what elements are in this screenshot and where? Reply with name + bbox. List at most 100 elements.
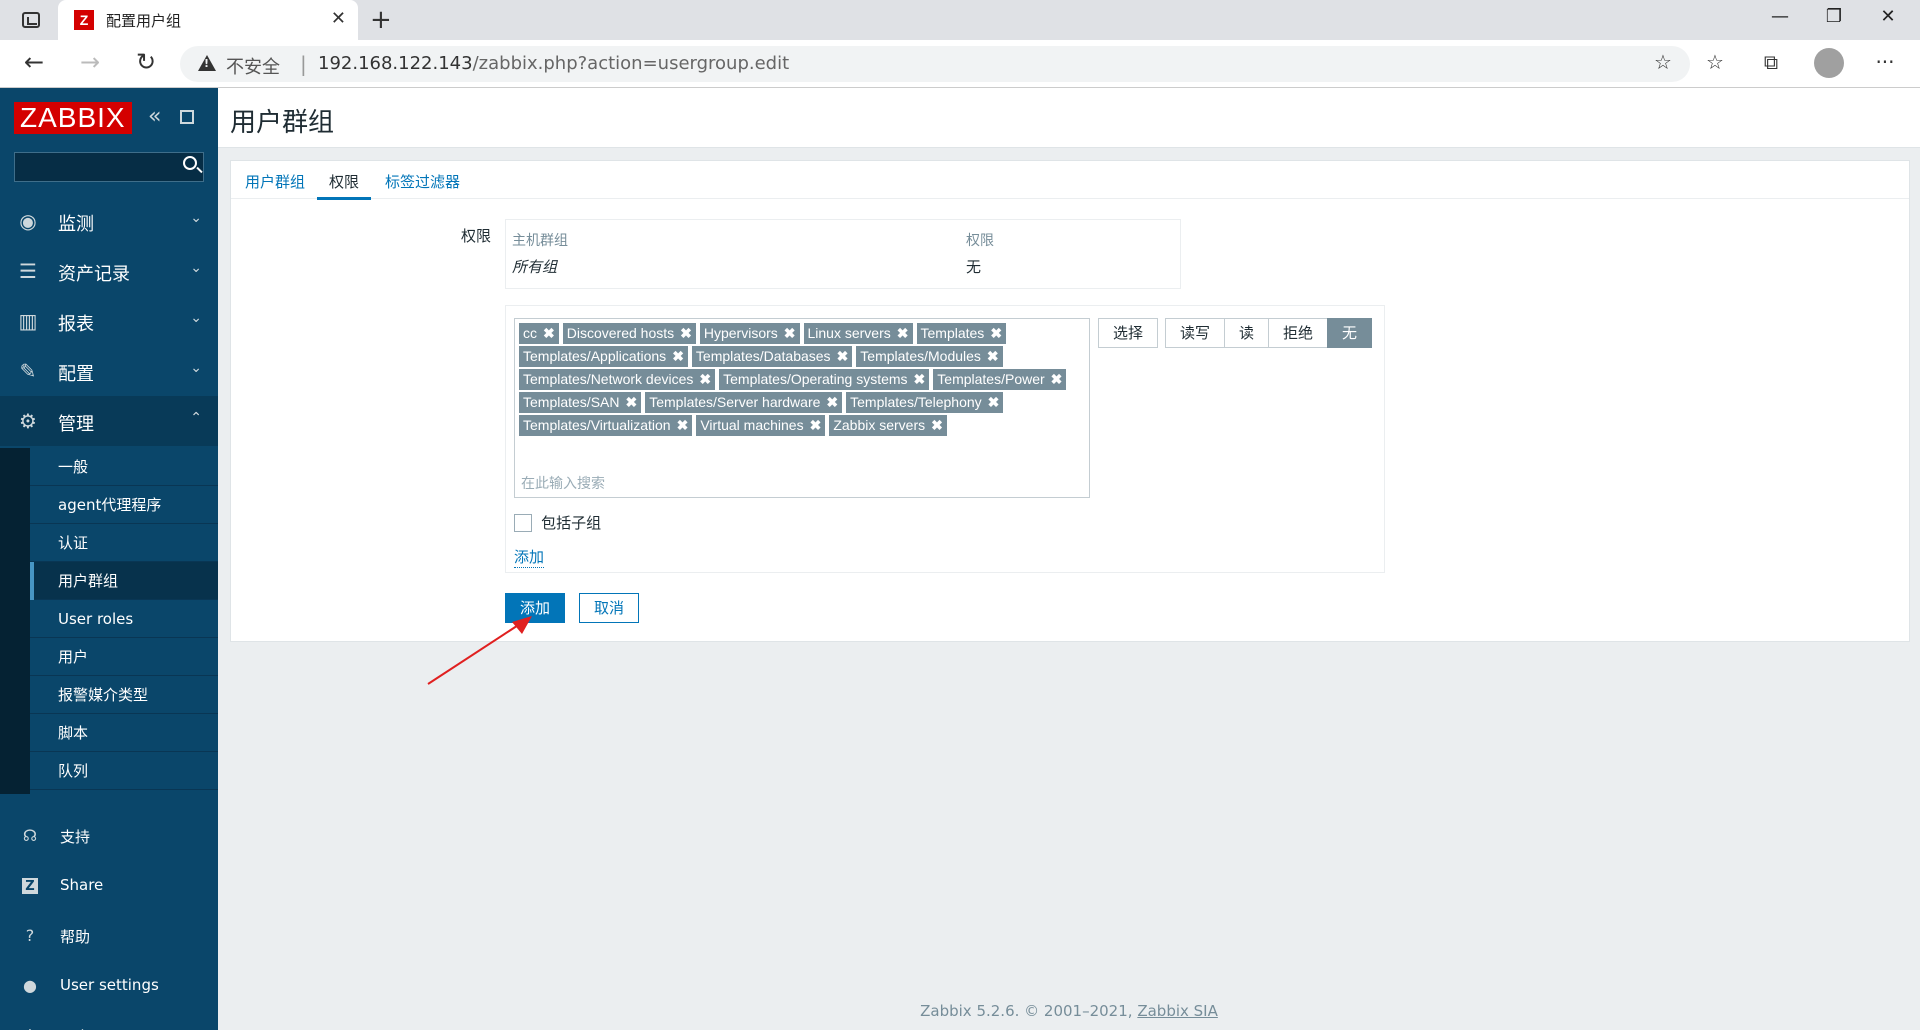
remove-chip-icon[interactable]: ✖	[987, 346, 999, 367]
perm-deny[interactable]: 拒绝	[1268, 318, 1329, 348]
reload-icon[interactable]: ↻	[130, 48, 162, 76]
chip-label: Templates	[920, 325, 985, 341]
remove-chip-icon[interactable]: ✖	[990, 323, 1002, 344]
remove-chip-icon[interactable]: ✖	[897, 323, 909, 344]
perm-read[interactable]: 读	[1224, 318, 1270, 348]
url-field[interactable]: 不安全 | 192.168.122.143/zabbix.php?action=…	[180, 46, 1690, 82]
forward-icon[interactable]: →	[74, 48, 106, 76]
menu-inventory[interactable]: ☰ 资产记录 ⌄	[0, 246, 218, 296]
kiosk-mode-icon[interactable]	[180, 110, 194, 124]
remove-chip-icon[interactable]: ✖	[784, 323, 796, 344]
submenu-queue[interactable]: 队列	[30, 752, 218, 790]
submenu-scripts[interactable]: 脚本	[30, 714, 218, 752]
menu-configuration[interactable]: ✎ 配置 ⌄	[0, 346, 218, 396]
annotation-arrow	[427, 616, 532, 685]
power-icon: ⏻	[20, 1026, 40, 1030]
new-tab-icon[interactable]: +	[370, 5, 392, 35]
browser-tab[interactable]: Z 配置用户组 ✕	[58, 0, 358, 40]
remove-chip-icon[interactable]: ✖	[699, 369, 711, 390]
tab-permissions[interactable]: 权限	[329, 171, 359, 192]
tab-tag-filter[interactable]: 标签过滤器	[385, 171, 460, 192]
include-subgroups-checkbox[interactable]	[514, 513, 532, 532]
close-window-icon[interactable]: ✕	[1868, 6, 1908, 27]
menu-support[interactable]: ☊ 支持	[0, 812, 218, 860]
permission-segmented: 读写 读 拒绝 无	[1165, 318, 1373, 348]
cancel-button[interactable]: 取消	[579, 593, 639, 623]
user-icon: ●	[23, 976, 37, 995]
back-icon[interactable]: ←	[18, 48, 50, 76]
group-chip: Templates ✖	[916, 323, 1007, 344]
select-button[interactable]: 选择	[1098, 318, 1158, 348]
chip-label: Templates/Virtualization	[523, 417, 671, 433]
search-input[interactable]: 在此输入搜索	[521, 473, 605, 493]
col-permission: 权限	[966, 233, 994, 249]
submenu-general[interactable]: 一般	[30, 448, 218, 486]
footer-link[interactable]: Zabbix SIA	[1137, 1002, 1218, 1020]
menu-user-settings[interactable]: ● User settings	[0, 962, 218, 1010]
group-chip: Templates/Telephony ✖	[846, 392, 1004, 413]
remove-chip-icon[interactable]: ✖	[810, 415, 822, 436]
submenu-users[interactable]: 用户	[30, 638, 218, 676]
profile-avatar[interactable]	[1814, 48, 1844, 78]
search-icon[interactable]	[183, 156, 197, 170]
chip-label: Templates/Power	[937, 371, 1045, 387]
menu-share[interactable]: Z Share	[0, 862, 218, 910]
group-chip: Templates/Databases ✖	[691, 346, 853, 367]
remove-chip-icon[interactable]: ✖	[680, 323, 692, 344]
chip-label: Templates/Telephony	[850, 394, 982, 410]
remove-chip-icon[interactable]: ✖	[677, 415, 689, 436]
collections-icon[interactable]: ⧉	[1756, 50, 1786, 74]
tab-title: 配置用户组	[106, 12, 182, 30]
remove-chip-icon[interactable]: ✖	[543, 323, 555, 344]
permission-editor: cc ✖ Discovered hosts ✖ Hypervisors ✖ Linux se…	[505, 305, 1385, 573]
include-subgroups-label[interactable]: 包括子组	[541, 512, 601, 533]
selected-groups: cc ✖ Discovered hosts ✖ Hypervisors ✖ Linux se…	[519, 321, 1085, 436]
host-group-multiselect[interactable]: cc ✖ Discovered hosts ✖ Hypervisors ✖ Linux se…	[514, 318, 1090, 498]
remove-chip-icon[interactable]: ✖	[625, 392, 637, 413]
footer-text: Zabbix 5.2.6. © 2001–2021,	[920, 1002, 1133, 1020]
perm-read-write[interactable]: 读写	[1165, 318, 1226, 348]
perm-none[interactable]: 无	[1327, 318, 1373, 348]
chip-label: Templates/Operating systems	[723, 371, 908, 387]
menu-administration[interactable]: ⚙ 管理 ⌃	[0, 396, 218, 446]
remove-chip-icon[interactable]: ✖	[914, 369, 926, 390]
submenu-authentication[interactable]: 认证	[30, 524, 218, 562]
add-favorite-icon[interactable]: ☆	[1648, 50, 1678, 74]
close-tab-icon[interactable]: ✕	[331, 8, 346, 29]
group-chip: Templates/Operating systems ✖	[719, 369, 930, 390]
chevron-down-icon: ⌄	[190, 210, 202, 226]
tab-user-group[interactable]: 用户群组	[245, 171, 305, 192]
submenu-media-types[interactable]: 报警媒介类型	[30, 676, 218, 714]
remove-chip-icon[interactable]: ✖	[1051, 369, 1063, 390]
submenu-user-roles[interactable]: User roles	[30, 600, 218, 638]
page-title: 用户群组	[230, 108, 335, 138]
remove-chip-icon[interactable]: ✖	[988, 392, 1000, 413]
favorites-icon[interactable]: ☆	[1700, 50, 1730, 74]
menu-help[interactable]: ? 帮助	[0, 912, 218, 960]
more-icon[interactable]: ···	[1870, 50, 1900, 74]
add-permission-link[interactable]: 添加	[514, 546, 545, 568]
remove-chip-icon[interactable]: ✖	[826, 392, 838, 413]
submenu-proxies[interactable]: agent代理程序	[30, 486, 218, 524]
sidebar: ZABBIX « ◉ 监测 ⌄ ☰ 资产记录 ⌄ ▥ 报表 ⌄ ✎ 配置 ⌄ ⚙…	[0, 88, 218, 1030]
chip-label: Templates/Applications	[523, 348, 667, 364]
zabbix-logo[interactable]: ZABBIX	[14, 102, 132, 134]
sidebar-search-input[interactable]	[14, 152, 204, 182]
menu-monitoring[interactable]: ◉ 监测 ⌄	[0, 196, 218, 246]
chip-label: Linux servers	[807, 325, 891, 341]
menu-sign-out[interactable]: ⏻ 退出	[0, 1012, 218, 1030]
minimize-icon[interactable]: —	[1760, 6, 1800, 27]
window-menu-icon[interactable]	[22, 12, 40, 28]
restore-icon[interactable]: ❐	[1814, 6, 1854, 27]
remove-chip-icon[interactable]: ✖	[837, 346, 849, 367]
collapse-sidebar-icon[interactable]: «	[148, 104, 161, 129]
remove-chip-icon[interactable]: ✖	[672, 346, 684, 367]
warning-icon	[198, 55, 216, 71]
url-separator: |	[300, 52, 307, 76]
menu-reports[interactable]: ▥ 报表 ⌄	[0, 296, 218, 346]
form-tabs: 用户群组 权限 标签过滤器	[231, 161, 1909, 200]
remove-chip-icon[interactable]: ✖	[931, 415, 943, 436]
submenu-user-groups[interactable]: 用户群组	[30, 562, 218, 600]
page-header: 用户群组	[218, 88, 1920, 148]
group-chip: Templates/Applications ✖	[519, 346, 688, 367]
